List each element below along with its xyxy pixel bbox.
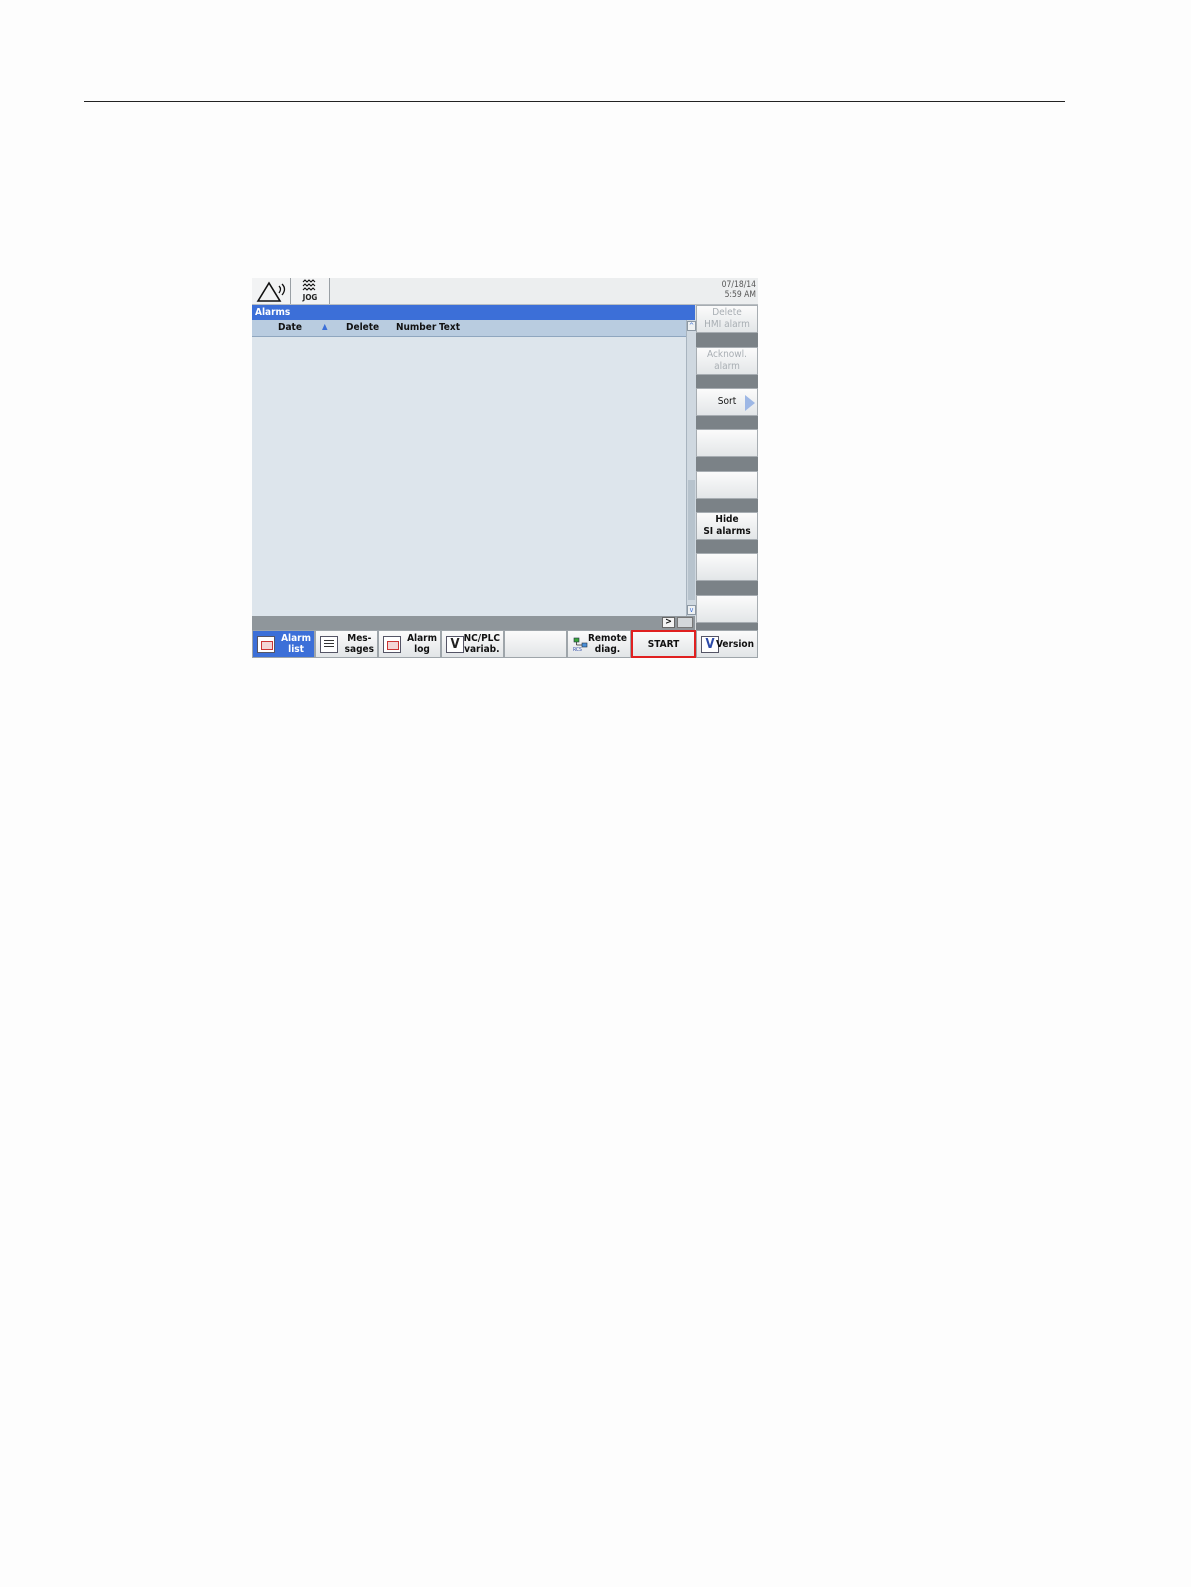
version-softkey[interactable]: V Version	[696, 630, 758, 658]
page-header-rule	[84, 101, 1065, 102]
softkey-divider	[696, 333, 758, 347]
alarm-log-icon	[383, 636, 401, 653]
mode-label: JOG	[302, 293, 318, 302]
messages-softkey[interactable]: Mes- sages	[315, 630, 378, 658]
softkey-label: Mes- sages	[344, 633, 374, 655]
alarm-list-softkey[interactable]: Alarm list	[252, 630, 315, 658]
sinumerik-hmi-screenshot: JOG 07/18/14 5:59 AM Alarms Date ▲ Delet…	[252, 278, 758, 658]
acknowledge-alarm-softkey[interactable]: Acknowl. alarm	[696, 347, 758, 375]
softkey-label: Remote diag.	[588, 633, 627, 655]
alarm-list-icon	[257, 636, 275, 653]
softkey-divider	[696, 375, 758, 389]
scroll-up-icon[interactable]: ^	[687, 321, 696, 331]
rcs-icon-text: RCS	[573, 647, 582, 653]
start-softkey[interactable]: START	[631, 630, 696, 658]
alarm-triangle-icon[interactable]	[252, 278, 291, 304]
alarm-list-panel: Alarms Date ▲ Delete Number Text ^ v >	[252, 305, 696, 630]
nc-plc-variables-softkey[interactable]: V NC/PLC variab.	[441, 630, 504, 658]
vertical-scrollbar[interactable]: ^ v	[686, 320, 696, 616]
softkey-divider	[696, 499, 758, 513]
scroll-thumb[interactable]	[688, 480, 695, 600]
softkey-divider	[696, 457, 758, 471]
column-text[interactable]: Text	[439, 322, 460, 333]
softkey-divider	[696, 416, 758, 430]
date-time-display: 07/18/14 5:59 AM	[722, 280, 756, 300]
softkey-label: Alarm list	[281, 633, 311, 655]
sort-ascending-icon: ▲	[322, 322, 328, 331]
delete-hmi-alarm-softkey[interactable]: Delete HMI alarm	[696, 305, 758, 333]
date-text: 07/18/14	[721, 280, 756, 290]
column-date[interactable]: Date	[278, 322, 302, 333]
empty-softkey-4[interactable]	[696, 429, 758, 457]
column-delete[interactable]: Delete	[346, 322, 379, 333]
softkey-label: Alarm log	[407, 633, 437, 655]
softkey-divider	[696, 540, 758, 554]
softkey-divider	[696, 581, 758, 595]
softkey-label: NC/PLC variab.	[463, 633, 500, 655]
softkey-label: START	[647, 638, 680, 650]
scroll-right-icon[interactable]: >	[662, 617, 675, 628]
column-number[interactable]: Number	[396, 322, 436, 333]
sort-softkey[interactable]: Sort	[696, 388, 758, 416]
alarm-log-softkey[interactable]: Alarm log	[378, 630, 441, 658]
scrollbar-corner	[677, 617, 693, 628]
horizontal-scrollbar: >	[252, 616, 695, 630]
scroll-down-icon[interactable]: v	[687, 605, 696, 615]
panel-title: Alarms	[252, 305, 695, 320]
variables-icon: V	[446, 636, 464, 653]
empty-softkey-8[interactable]	[696, 595, 758, 623]
submenu-arrow-icon	[745, 395, 755, 411]
messages-icon	[320, 636, 338, 653]
jog-mode-icon[interactable]: JOG	[291, 278, 330, 304]
empty-softkey-5[interactable]	[696, 471, 758, 499]
softkey-label: Delete HMI alarm	[704, 307, 750, 330]
softkey-label: Hide SI alarms	[703, 514, 751, 537]
empty-softkey-7[interactable]	[696, 553, 758, 581]
hide-si-alarms-softkey[interactable]: Hide SI alarms	[696, 512, 758, 540]
column-header-row: Date ▲ Delete Number Text	[252, 320, 686, 337]
softkey-divider	[696, 623, 758, 630]
time-text: 5:59 AM	[724, 290, 756, 300]
softkey-label: Acknowl. alarm	[706, 349, 748, 372]
remote-diagnosis-softkey[interactable]: RCS Remote diag.	[567, 630, 631, 658]
softkey-label: Sort	[717, 396, 737, 407]
empty-horizontal-softkey[interactable]	[504, 630, 567, 658]
status-bar: JOG 07/18/14 5:59 AM	[252, 278, 758, 305]
softkey-label: Version	[716, 639, 754, 650]
